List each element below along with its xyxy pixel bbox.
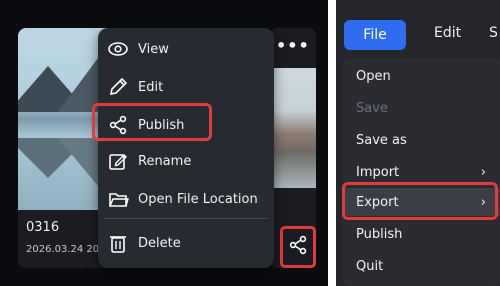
menu-next[interactable]: S [489,25,498,41]
menu-edit[interactable]: Edit [434,25,461,41]
menu-item-label: Edit [138,79,164,95]
more-options-button[interactable]: ••• [276,36,310,55]
menu-item-open-file-location[interactable]: Open File Location [98,184,274,214]
menu-item-label: Delete [138,235,181,251]
menu-divider [104,218,268,219]
file-menu-save-as[interactable]: Save as [342,126,500,154]
menu-item-edit[interactable]: Edit [98,72,274,102]
share-icon [288,235,308,259]
menu-item-label: View [138,41,169,57]
menu-item-delete[interactable]: Delete [98,228,274,258]
panel-divider [328,0,336,286]
menu-file[interactable]: File [344,20,406,50]
gallery-panel: 0316 2026.03.24 2026 ••• View Edit Publi… [0,0,328,286]
card-title: 0316 [26,220,60,235]
menu-item-label: Open File Location [138,191,258,207]
share-button[interactable] [280,226,316,268]
rename-icon [106,149,130,173]
context-menu: View Edit Publish Rename Open File Locat… [98,28,274,268]
file-menu-quit[interactable]: Quit [342,252,500,280]
folder-icon [106,187,130,211]
menu-item-label: Save [356,100,388,116]
trash-icon [106,231,130,255]
pencil-icon [106,75,130,99]
menu-item-label: Open [356,68,391,84]
menu-item-label: Rename [138,153,192,169]
highlight-export [342,182,498,220]
file-menu-publish[interactable]: Publish [342,220,500,248]
menu-item-label: Publish [356,226,403,242]
eye-icon [106,37,130,61]
menu-item-view[interactable]: View [98,34,274,64]
file-menu: Open Save Save as Import › Export › Publ… [342,58,500,286]
menu-item-label: Quit [356,258,384,274]
file-menu-open[interactable]: Open [342,62,500,90]
card-thumbnail [270,68,316,188]
menu-item-rename[interactable]: Rename [98,146,274,176]
menu-item-label: Import [356,164,400,180]
file-menu-save: Save [342,94,500,122]
app-menu-panel: File Edit S Open Save Save as Import › E… [336,0,500,286]
highlight-publish [92,103,212,141]
menu-bar: File Edit S [336,0,500,66]
menu-item-label: Save as [356,132,407,148]
chevron-right-icon: › [480,164,486,180]
